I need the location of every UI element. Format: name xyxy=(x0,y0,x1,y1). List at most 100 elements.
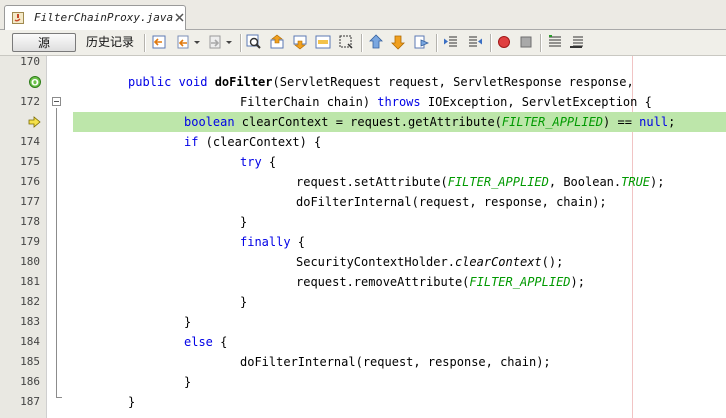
uncomment-icon[interactable] xyxy=(569,34,585,50)
code-text: request.setAttribute(FILTER_APPLIED, Boo… xyxy=(296,172,664,192)
toggle-rectangular-selection-icon[interactable] xyxy=(338,34,354,50)
code-line[interactable]: 177 doFilterInternal(request, response, c… xyxy=(0,192,726,212)
override-icon[interactable]: O xyxy=(28,75,42,89)
back-icon[interactable] xyxy=(175,34,191,50)
toolbar-separator xyxy=(436,34,437,52)
code-line[interactable]: 174 if (clearContext) { xyxy=(0,132,726,152)
code-token: doFilterInternal(request, response, chai… xyxy=(240,355,551,369)
line-number: 180 xyxy=(20,255,40,268)
code-token: (ServletRequest request, ServletResponse… xyxy=(272,75,634,89)
code-token: doFilterInternal(request, response, chai… xyxy=(296,195,607,209)
line-number: 181 xyxy=(20,275,40,288)
code-token: IOException, ServletException { xyxy=(420,95,652,109)
chevron-down-icon[interactable] xyxy=(193,34,201,50)
code-token: (); xyxy=(541,255,564,269)
code-token: } xyxy=(240,295,248,309)
code-token: ); xyxy=(570,275,585,289)
line-number: 186 xyxy=(20,375,40,388)
code-text: } xyxy=(184,312,191,332)
code-text: } xyxy=(240,292,247,312)
fold-toggle-icon[interactable] xyxy=(52,97,61,106)
tab-title: FilterChainProxy.java xyxy=(34,11,174,24)
chevron-down-icon[interactable] xyxy=(225,34,233,50)
code-line[interactable]: 181 request.removeAttribute(FILTER_APPLIE… xyxy=(0,272,726,292)
line-number: 176 xyxy=(20,175,40,188)
comment-icon[interactable] xyxy=(547,34,563,50)
tab-filterchainproxy[interactable]: FilterChainProxy.java xyxy=(4,5,186,30)
code-line[interactable]: 175 try { xyxy=(0,152,726,172)
close-icon[interactable] xyxy=(175,13,184,22)
code-token: } xyxy=(184,315,192,329)
shift-left-icon[interactable] xyxy=(443,34,459,50)
code-text: FilterChain chain) throws IOException, S… xyxy=(240,92,652,112)
code-token: ; xyxy=(668,115,676,129)
code-line[interactable]: 186} xyxy=(0,372,726,392)
code-token: public void xyxy=(128,75,215,89)
code-line[interactable]: Opublic void doFilter(ServletRequest req… xyxy=(0,72,726,92)
line-number: 177 xyxy=(20,195,40,208)
next-bookmark-icon[interactable] xyxy=(390,34,406,50)
find-previous-icon[interactable] xyxy=(269,34,285,50)
start-macro-icon[interactable] xyxy=(496,34,512,50)
code-token: { xyxy=(212,335,228,349)
find-next-icon[interactable] xyxy=(292,34,308,50)
code-text: else { xyxy=(184,332,227,352)
code-line[interactable]: 170 xyxy=(0,56,726,72)
code-line[interactable]: 180 SecurityContextHolder.clearContext(); xyxy=(0,252,726,272)
last-edit-icon[interactable] xyxy=(151,34,167,50)
line-number: 174 xyxy=(20,135,40,148)
forward-icon[interactable] xyxy=(207,34,223,50)
history-button[interactable]: 历史记录 xyxy=(80,33,140,52)
code-line[interactable]: 176 request.setAttribute(FILTER_APPLIED, … xyxy=(0,172,726,192)
current-line-arrow-icon xyxy=(28,116,41,128)
code-editor[interactable]: 170 Opublic void doFilter(ServletRequest … xyxy=(0,56,726,418)
code-line[interactable]: 187} xyxy=(0,392,726,412)
code-line[interactable]: 184 else { xyxy=(0,332,726,352)
code-text: public void doFilter(ServletRequest requ… xyxy=(128,72,634,92)
editor-tab-strip: FilterChainProxy.java xyxy=(0,0,726,30)
previous-bookmark-icon[interactable] xyxy=(368,34,384,50)
java-file-icon xyxy=(12,12,24,24)
code-line[interactable]: 182} xyxy=(0,292,726,312)
code-token: } xyxy=(240,215,248,229)
code-line[interactable]: 185 doFilterInternal(request, response, c… xyxy=(0,352,726,372)
toolbar-separator xyxy=(490,34,491,52)
code-text: SecurityContextHolder.clearContext(); xyxy=(296,252,563,272)
code-token: FILTER_APPLIED xyxy=(501,115,604,129)
code-line-current[interactable]: boolean clearContext = request.getAttrib… xyxy=(0,112,726,132)
source-button[interactable]: 源 xyxy=(12,33,76,52)
find-selection-icon[interactable] xyxy=(246,34,262,50)
code-token: (clearContext) { xyxy=(198,135,322,149)
code-token: FilterChain chain) xyxy=(240,95,378,109)
code-text: boolean clearContext = request.getAttrib… xyxy=(184,112,675,132)
code-token: { xyxy=(290,235,306,249)
toolbar-separator xyxy=(240,34,241,52)
code-token: } xyxy=(128,395,136,409)
code-text: doFilterInternal(request, response, chai… xyxy=(296,192,607,212)
line-number: 185 xyxy=(20,355,40,368)
code-token: throws xyxy=(377,95,421,109)
code-token: FILTER_APPLIED xyxy=(447,175,549,189)
code-text: } xyxy=(240,212,247,232)
code-line[interactable]: 183} xyxy=(0,312,726,332)
code-token: boolean xyxy=(184,115,235,129)
code-token: finally xyxy=(240,235,291,249)
code-token: FILTER_APPLIED xyxy=(469,275,571,289)
toggle-highlight-icon[interactable] xyxy=(315,34,331,50)
code-line[interactable]: 178} xyxy=(0,212,726,232)
code-line[interactable]: 172 FilterChain chain) throws IOException… xyxy=(0,92,726,112)
line-number: 175 xyxy=(20,155,40,168)
shift-right-icon[interactable] xyxy=(467,34,483,50)
editor-toolbar: 源 历史记录 xyxy=(0,30,726,56)
code-token: , Boolean. xyxy=(548,175,622,189)
line-number: 182 xyxy=(20,295,40,308)
code-line[interactable]: 179 finally { xyxy=(0,232,726,252)
code-token: { xyxy=(261,155,277,169)
code-text: } xyxy=(184,372,191,392)
code-text: finally { xyxy=(240,232,305,252)
code-token: SecurityContextHolder. xyxy=(296,255,455,269)
code-text: doFilterInternal(request, response, chai… xyxy=(240,352,551,372)
stop-macro-icon[interactable] xyxy=(518,34,534,50)
code-token: try xyxy=(240,155,262,169)
toggle-bookmark-icon[interactable] xyxy=(413,34,429,50)
